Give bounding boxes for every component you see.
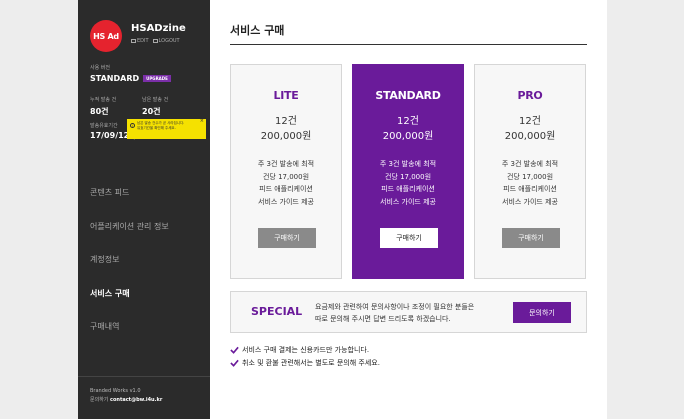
buy-button-pro[interactable]: 구매하기	[502, 228, 560, 248]
footer-brand: Branded Works v1.0	[90, 388, 141, 394]
footer-contact-email[interactable]: contact@bw.i4u.kr	[110, 397, 162, 403]
plan-count: 12건	[519, 116, 541, 127]
plan-feature: 서비스 가이드 제공	[380, 197, 436, 206]
special-text-line: 따로 문의해 주시면 답변 드리도록 하겠습니다.	[315, 315, 451, 323]
note-item: 취소 및 환불 관련해서는 별도로 문의해 주세요.	[230, 356, 380, 369]
plan-feature: 주 3건 발송에 최적	[501, 160, 559, 168]
plan-price: 200,000원	[504, 131, 556, 142]
plan-price: 200,000원	[382, 131, 434, 142]
sidebar-item-account[interactable]: 계정정보	[90, 243, 210, 277]
note-item: 서비스 구매 결제는 신용카드만 가능합니다.	[230, 343, 380, 356]
special-title: SPECIAL	[251, 305, 303, 318]
check-icon	[230, 359, 239, 367]
sidebar-item-history[interactable]: 구매내역	[90, 310, 210, 344]
accum-count-block: 누적 발송 건 80건	[90, 96, 116, 117]
special-text-line: 요금제와 관련하여 문의사항이나 조정이 필요한 분들은	[315, 303, 475, 311]
edit-icon	[131, 39, 136, 43]
note-text: 서비스 구매 결제는 신용카드만 가능합니다.	[242, 345, 370, 354]
notes-list: 서비스 구매 결제는 신용카드만 가능합니다. 취소 및 환불 관련해서는 별도…	[230, 343, 380, 369]
info-icon: i	[130, 123, 135, 128]
sidebar-item-purchase[interactable]: 서비스 구매	[90, 277, 210, 311]
accum-value: 80건	[90, 107, 109, 116]
special-text: 요금제와 관련하여 문의사항이나 조정이 필요한 분들은 따로 문의해 주시면 …	[315, 301, 474, 325]
user-name: HSADzine	[131, 23, 186, 34]
plan-card-lite[interactable]: LITE 12건 200,000원 주 3건 발송에 최적 건당 17,000원…	[230, 64, 342, 279]
logout-link[interactable]: LOGOUT	[152, 38, 180, 44]
plan-card-standard[interactable]: STANDARD 12건 200,000원 주 3건 발송에 최적 건당 17,…	[352, 64, 464, 279]
edit-link[interactable]: EDIT	[131, 38, 149, 44]
profile: HS Ad HSADzine EDIT LOGOUT	[90, 20, 210, 52]
sidebar-footer: Branded Works v1.0 문의하기 contact@bw.i4u.k…	[78, 376, 210, 403]
sidebar-item-app-info[interactable]: 어플리케이션 관리 정보	[90, 210, 210, 244]
plan-name: LITE	[273, 89, 299, 102]
check-icon	[230, 346, 239, 354]
logout-icon	[152, 39, 158, 43]
version-label: 사용 버전	[90, 65, 110, 71]
buy-button-lite[interactable]: 구매하기	[258, 228, 316, 248]
plan-feature: 피드 애플리케이션	[381, 185, 435, 193]
special-box: SPECIAL 요금제와 관련하여 문의사항이나 조정이 필요한 분들은 따로 …	[230, 291, 587, 333]
sidebar: HS Ad HSADzine EDIT LOGOUT 사용 버전 STANDAR…	[78, 0, 210, 419]
plan-price: 200,000원	[260, 131, 312, 142]
edit-label: EDIT	[137, 38, 149, 44]
close-icon[interactable]: ×	[200, 119, 204, 124]
page-title: 서비스 구매	[230, 24, 285, 37]
inquiry-button[interactable]: 문의하기	[513, 302, 571, 323]
upgrade-button[interactable]: UPGRADE	[143, 75, 171, 82]
plan-feature: 피드 애플리케이션	[259, 185, 313, 193]
footer-contact-label: 문의하기	[90, 397, 109, 403]
remain-count-block: 남은 발송 건 20건	[142, 96, 168, 117]
main-content: 서비스 구매 LITE 12건 200,000원 주 3건 발송에 최적 건당 …	[210, 0, 607, 419]
plan-feature: 서비스 가이드 제공	[502, 197, 558, 206]
plan-feature: 주 3건 발송에 최적	[257, 160, 315, 168]
logout-label: LOGOUT	[158, 38, 180, 44]
plan-feature: 서비스 가이드 제공	[258, 197, 314, 206]
plan-feature: 주 3건 발송에 최적	[379, 160, 437, 168]
plan-card-pro[interactable]: PRO 12건 200,000원 주 3건 발송에 최적 건당 17,000원 …	[474, 64, 586, 279]
note-text: 취소 및 환불 관련해서는 별도로 문의해 주세요.	[242, 358, 380, 367]
remain-label: 남은 발송 건	[142, 97, 169, 103]
brand-logo: HS Ad	[90, 20, 122, 52]
plan-name: STANDARD	[375, 89, 441, 102]
plan-name: PRO	[517, 89, 543, 102]
remain-value: 20건	[142, 107, 161, 116]
plan-feature: 건당 17,000원	[384, 172, 432, 181]
sidebar-item-content-feed[interactable]: 콘텐츠 피드	[90, 176, 210, 210]
plan-features: 주 3건 발송에 최적 건당 17,000원 피드 애플리케이션 서비스 가이드…	[353, 158, 463, 208]
expiry-tooltip: i 남은 발송 건수가 곧 사라집니다. 유효기간을 확인해 주세요. ×	[127, 119, 206, 139]
plan-count: 12건	[275, 116, 297, 127]
version-value: STANDARD	[90, 74, 140, 83]
title-divider	[230, 44, 587, 45]
footer-contact: 문의하기 contact@bw.i4u.kr	[90, 396, 198, 403]
user-links: EDIT LOGOUT	[131, 38, 180, 44]
plan-features: 주 3건 발송에 최적 건당 17,000원 피드 애플리케이션 서비스 가이드…	[475, 158, 585, 208]
tooltip-line2: 유효기간을 확인해 주세요.	[137, 126, 176, 130]
plan-feature: 피드 애플리케이션	[503, 185, 557, 193]
plan-feature: 건당 17,000원	[262, 172, 310, 181]
sidebar-menu: 콘텐츠 피드 어플리케이션 관리 정보 계정정보 서비스 구매 구매내역	[90, 176, 210, 344]
plan-features: 주 3건 발송에 최적 건당 17,000원 피드 애플리케이션 서비스 가이드…	[231, 158, 341, 208]
buy-button-standard[interactable]: 구매하기	[380, 228, 438, 248]
plan-feature: 건당 17,000원	[506, 172, 554, 181]
version-block: 사용 버전 STANDARD UPGRADE	[90, 64, 171, 83]
plan-count: 12건	[397, 116, 419, 127]
accum-label: 누적 발송 건	[90, 97, 117, 103]
